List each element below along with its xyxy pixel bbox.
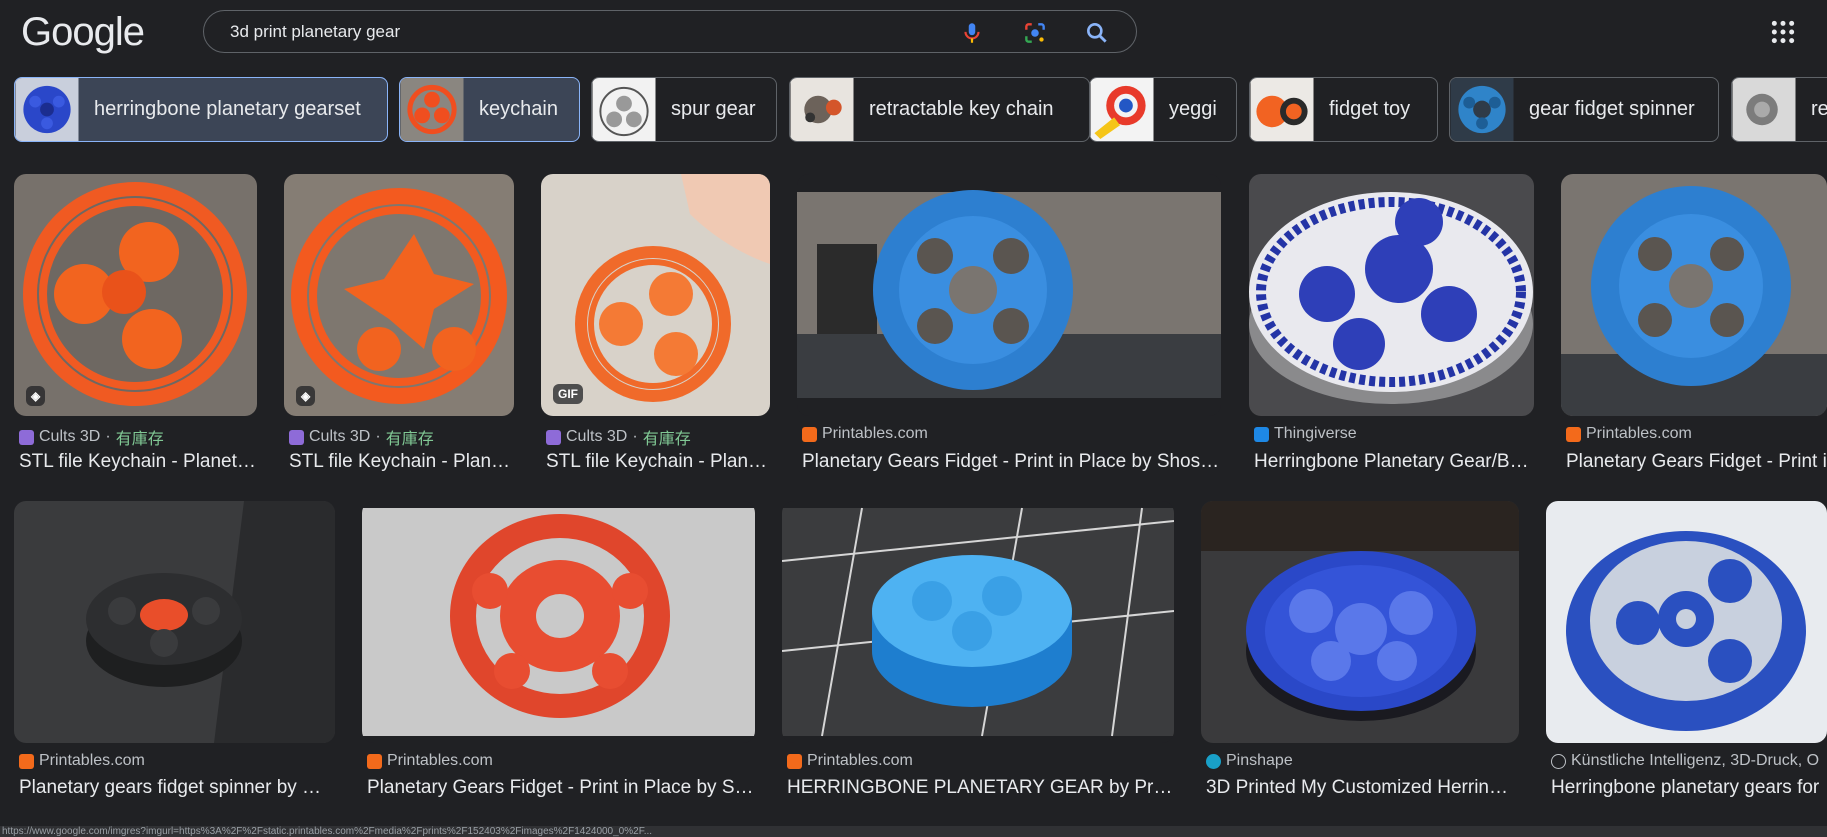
result-title[interactable]: Planetary Gears Fidget - Print in Place … [367, 777, 757, 799]
result-title[interactable]: Planetary Gears Fidget - Print i [1566, 451, 1827, 473]
result-source: Printables.com [802, 425, 928, 443]
cults-favicon-icon [546, 429, 561, 445]
chip-thumbnail [592, 78, 656, 141]
tag-icon: ◈ [296, 386, 316, 406]
result-image[interactable] [782, 501, 1174, 743]
chip-gear-fidget-spinner[interactable]: gear fidget spinner [1449, 77, 1719, 142]
status-url-bar: https://www.google.com/imgres?imgurl=htt… [0, 826, 1827, 837]
google-logo[interactable]: Google [21, 10, 145, 55]
chip-thumbnail [1732, 78, 1796, 141]
chip-keychain[interactable]: keychain [399, 77, 580, 142]
result-image[interactable] [14, 501, 335, 743]
result-source: Cults 3D · 有庫存 [289, 425, 434, 449]
chip-thumbnail [1090, 78, 1154, 141]
result-source: Printables.com [1566, 425, 1692, 443]
pinshape-favicon-icon [1206, 753, 1221, 769]
mic-icon[interactable] [959, 20, 985, 46]
result-source: Printables.com [367, 752, 493, 770]
chip-yeggi[interactable]: yeggi [1089, 77, 1237, 142]
printables-favicon-icon [1566, 426, 1581, 442]
result-title[interactable]: STL file Keychain - Planet… [19, 451, 259, 473]
result-title[interactable]: Herringbone Planetary Gear/B… [1254, 451, 1539, 473]
chip-thumbnail [15, 78, 79, 141]
result-source: Printables.com [19, 752, 145, 770]
printables-favicon-icon [787, 753, 802, 769]
result-source: Thingiverse [1254, 425, 1357, 443]
related-searches-chips: herringbone planetary gearset keychain s… [14, 77, 1827, 142]
printables-favicon-icon [802, 426, 817, 442]
result-image[interactable] [541, 174, 770, 416]
result-source: Pinshape [1206, 752, 1293, 770]
result-title[interactable]: 3D Printed My Customized Herrin… [1206, 777, 1521, 799]
result-image[interactable] [1561, 174, 1827, 416]
lens-icon[interactable] [1022, 20, 1048, 46]
chip-fidget-toy[interactable]: fidget toy [1249, 77, 1438, 142]
result-image[interactable] [362, 501, 755, 743]
header: Google [0, 0, 1827, 62]
search-box[interactable] [203, 10, 1137, 53]
result-title[interactable]: Planetary gears fidget spinner by … [19, 777, 334, 799]
chip-retractable-key-chain[interactable]: retractable key chain [789, 77, 1090, 142]
result-title[interactable]: STL file Keychain - Plan… [546, 451, 771, 473]
globe-icon [1551, 753, 1566, 769]
result-title[interactable]: Herringbone planetary gears for [1551, 777, 1827, 799]
apps-icon[interactable] [1770, 19, 1796, 45]
chip-thumbnail [400, 78, 464, 141]
cults-favicon-icon [19, 429, 34, 445]
cults-favicon-icon [289, 429, 304, 445]
result-image[interactable] [797, 174, 1221, 416]
chip-thumbnail [1450, 78, 1514, 141]
result-image[interactable] [1546, 501, 1827, 743]
search-input[interactable] [230, 21, 930, 43]
chip-thumbnail [790, 78, 854, 141]
chip-spur-gear[interactable]: spur gear [591, 77, 777, 142]
result-image[interactable] [14, 174, 257, 416]
printables-favicon-icon [367, 753, 382, 769]
result-source: Printables.com [787, 752, 913, 770]
search-icon[interactable] [1084, 20, 1110, 46]
chip-re[interactable]: re [1731, 77, 1827, 142]
chip-thumbnail [1250, 78, 1314, 141]
result-title[interactable]: HERRINGBONE PLANETARY GEAR by Prus… [787, 777, 1177, 799]
tag-icon: ◈ [26, 386, 46, 406]
chip-herringbone-planetary-gearset[interactable]: herringbone planetary gearset [14, 77, 388, 142]
result-source: Cults 3D · 有庫存 [546, 425, 691, 449]
result-source: Künstliche Intelligenz, 3D-Druck, O [1551, 752, 1819, 770]
result-image[interactable] [1249, 174, 1534, 416]
gif-badge: GIF [553, 384, 583, 404]
result-title[interactable]: STL file Keychain - Plan… [289, 451, 514, 473]
result-image[interactable] [1201, 501, 1519, 743]
printables-favicon-icon [19, 753, 34, 769]
result-title[interactable]: Planetary Gears Fidget - Print in Place … [802, 451, 1222, 473]
result-image[interactable] [284, 174, 514, 416]
thingiverse-favicon-icon [1254, 426, 1269, 442]
result-source: Cults 3D · 有庫存 [19, 425, 164, 449]
